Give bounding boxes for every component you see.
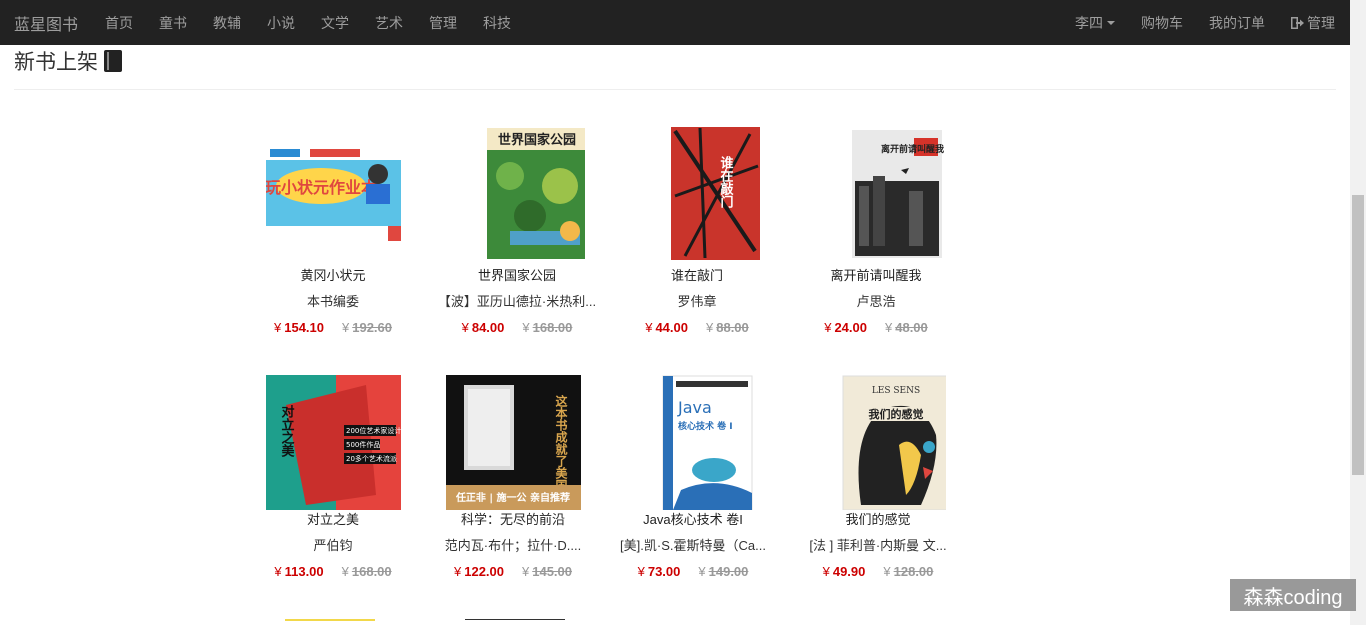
book-title[interactable]: 黄冈小状元 [243,266,423,286]
book-cover[interactable]: 谁在敲门 [630,126,765,261]
book-card[interactable]: 谁在敲门 谁在敲门 罗伟章 ¥44.00 ¥88.00 [607,126,787,338]
cover-tag: 500件作品 [346,440,380,449]
nav-novels[interactable]: 小说 [254,13,308,33]
admin-label: 管理 [1307,14,1335,31]
cover-top-text: LES SENS [871,386,919,396]
book-card[interactable]: 玩小状元作业本 黄冈小状元 本书编委 ¥154.10 ¥192.60 [243,126,423,338]
cover-text: 世界国家公园 [497,132,575,148]
book-author: 【波】亚历山德拉·米热利... [437,294,597,309]
book-prices: ¥154.10 ¥192.60 [243,318,423,338]
watermark: 森森coding [1230,579,1356,611]
book-card[interactable]: 这本书成就了美国你会从中受益 任正非 | 施一公 亲自推荐 科学：无尽的前沿 范… [423,375,603,582]
book-cover-peek[interactable] [465,619,565,625]
book-cover-peek[interactable] [285,619,375,625]
book-price: ¥84.00 [461,320,505,335]
book-cover[interactable]: 玩小状元作业本 [265,126,401,261]
book-card[interactable]: 离开前请叫醒我 离开前请叫醒我 卢思浩 ¥24.00 ¥48.00 [786,126,966,338]
book-prices: ¥44.00 ¥88.00 [607,318,787,338]
book-cover[interactable]: 世界国家公园 [450,126,585,261]
book-original-price: ¥128.00 [883,564,934,579]
nav-user-links: 李四 购物车 我的订单 管理 [1062,13,1350,33]
nav-links: 首页 童书 教辅 小说 文学 艺术 管理 科技 [92,13,524,33]
book-author: [法 ] 菲利普·内斯曼 文... [809,538,947,553]
book-price: ¥73.00 [637,564,681,579]
book-author: 严伯钧 [313,538,353,553]
book-title[interactable]: 我们的感觉 [788,510,968,530]
nav-home[interactable]: 首页 [92,13,146,33]
book-title[interactable]: Java核心技术 卷I [603,510,783,530]
book-title[interactable]: 科学：无尽的前沿 [423,510,603,530]
book-cover[interactable]: 离开前请叫醒我 [809,126,944,261]
book-original-price: ¥168.00 [341,564,392,579]
book-title[interactable]: 谁在敲门 [607,266,787,286]
book-prices: ¥113.00 ¥168.00 [243,562,423,582]
book-price: ¥44.00 [645,320,688,335]
book-prices: ¥84.00 ¥168.00 [427,318,607,338]
cover-text: 我们的感觉 [868,407,923,421]
book-original-price: ¥168.00 [522,320,573,335]
book-price: ¥122.00 [454,564,504,579]
cover-tag: 20多个艺术流派 [346,454,397,463]
page-header: 新书上架 [14,46,1336,90]
cover-text: 对立之美 [278,404,294,458]
book-prices: ¥73.00 ¥149.00 [603,562,783,582]
book-cover[interactable]: 这本书成就了美国你会从中受益 任正非 | 施一公 亲自推荐 [445,375,581,510]
book-author: 范内瓦·布什；拉什·D.... [444,538,582,553]
nav-education[interactable]: 教辅 [200,13,254,33]
nav-children-books[interactable]: 童书 [146,13,200,33]
cover-tag: 200位艺术家设计 [346,426,401,435]
cover-subtitle: 核心技术 卷 I [678,420,733,432]
book-cover[interactable]: 对立之美 200位艺术家设计 500件作品 20多个艺术流派 [265,375,401,510]
book-author: 本书编委 [306,294,359,309]
book-title[interactable]: 对立之美 [243,510,423,530]
cover-text: Java [677,398,712,417]
book-price: ¥113.00 [274,564,324,579]
book-price: ¥154.10 [274,320,324,335]
cover-text: 玩小状元作业本 [266,178,377,197]
book-original-price: ¥149.00 [698,564,749,579]
book-author: 卢思浩 [856,294,896,309]
admin-link[interactable]: 管理 [1278,13,1348,33]
book-original-price: ¥145.00 [522,564,572,579]
book-author: [美].凯·S.霍斯特曼（Ca... [620,538,766,553]
book-prices: ¥122.00 ¥145.00 [423,562,603,582]
book-price: ¥24.00 [824,320,867,335]
book-original-price: ¥48.00 [885,320,928,335]
cover-text: 离开前请叫醒我 [881,143,944,155]
book-cover[interactable]: Java 核心技术 卷 I [626,375,761,510]
nav-technology[interactable]: 科技 [470,13,524,33]
book-title[interactable]: 离开前请叫醒我 [786,266,966,286]
page-title-text: 新书上架 [14,51,98,74]
cart-link[interactable]: 购物车 [1128,13,1196,33]
book-cover[interactable]: LES SENS 我们的感觉 [811,375,946,510]
book-author: 罗伟章 [677,294,717,309]
book-prices: ¥24.00 ¥48.00 [786,318,966,338]
page-title: 新书上架 [14,46,1336,76]
book-card[interactable]: LES SENS 我们的感觉 我们的感觉 [法 ] 菲利普·内斯曼 文... ¥… [788,375,968,582]
user-name: 李四 [1075,14,1103,31]
nav-management[interactable]: 管理 [416,13,470,33]
book-price: ¥49.90 [822,564,866,579]
cover-banner: 任正非 | 施一公 亲自推荐 [454,491,569,504]
book-card[interactable]: Java 核心技术 卷 I Java核心技术 卷I [美].凯·S.霍斯特曼（C… [603,375,783,582]
nav-literature[interactable]: 文学 [308,13,362,33]
user-dropdown[interactable]: 李四 [1062,13,1128,33]
book-card[interactable]: 世界国家公园 世界国家公园 【波】亚历山德拉·米热利... ¥84.00 ¥16… [427,126,607,338]
book-title[interactable]: 世界国家公园 [427,266,607,286]
top-navbar: 蓝星图书 首页 童书 教辅 小说 文学 艺术 管理 科技 李四 购物车 我的订单… [0,0,1350,45]
cover-text: 谁在敲门 [717,155,733,209]
book-icon [104,50,122,72]
book-original-price: ¥192.60 [342,320,392,335]
scrollbar-thumb[interactable] [1352,195,1364,475]
orders-link[interactable]: 我的订单 [1196,13,1278,33]
nav-art[interactable]: 艺术 [362,13,416,33]
book-prices: ¥49.90 ¥128.00 [788,562,968,582]
book-original-price: ¥88.00 [706,320,749,335]
chevron-down-icon [1107,20,1115,25]
book-card[interactable]: 对立之美 200位艺术家设计 500件作品 20多个艺术流派 对立之美 严伯钧 … [243,375,423,582]
brand-logo[interactable]: 蓝星图书 [0,11,92,35]
logout-icon [1291,16,1304,29]
